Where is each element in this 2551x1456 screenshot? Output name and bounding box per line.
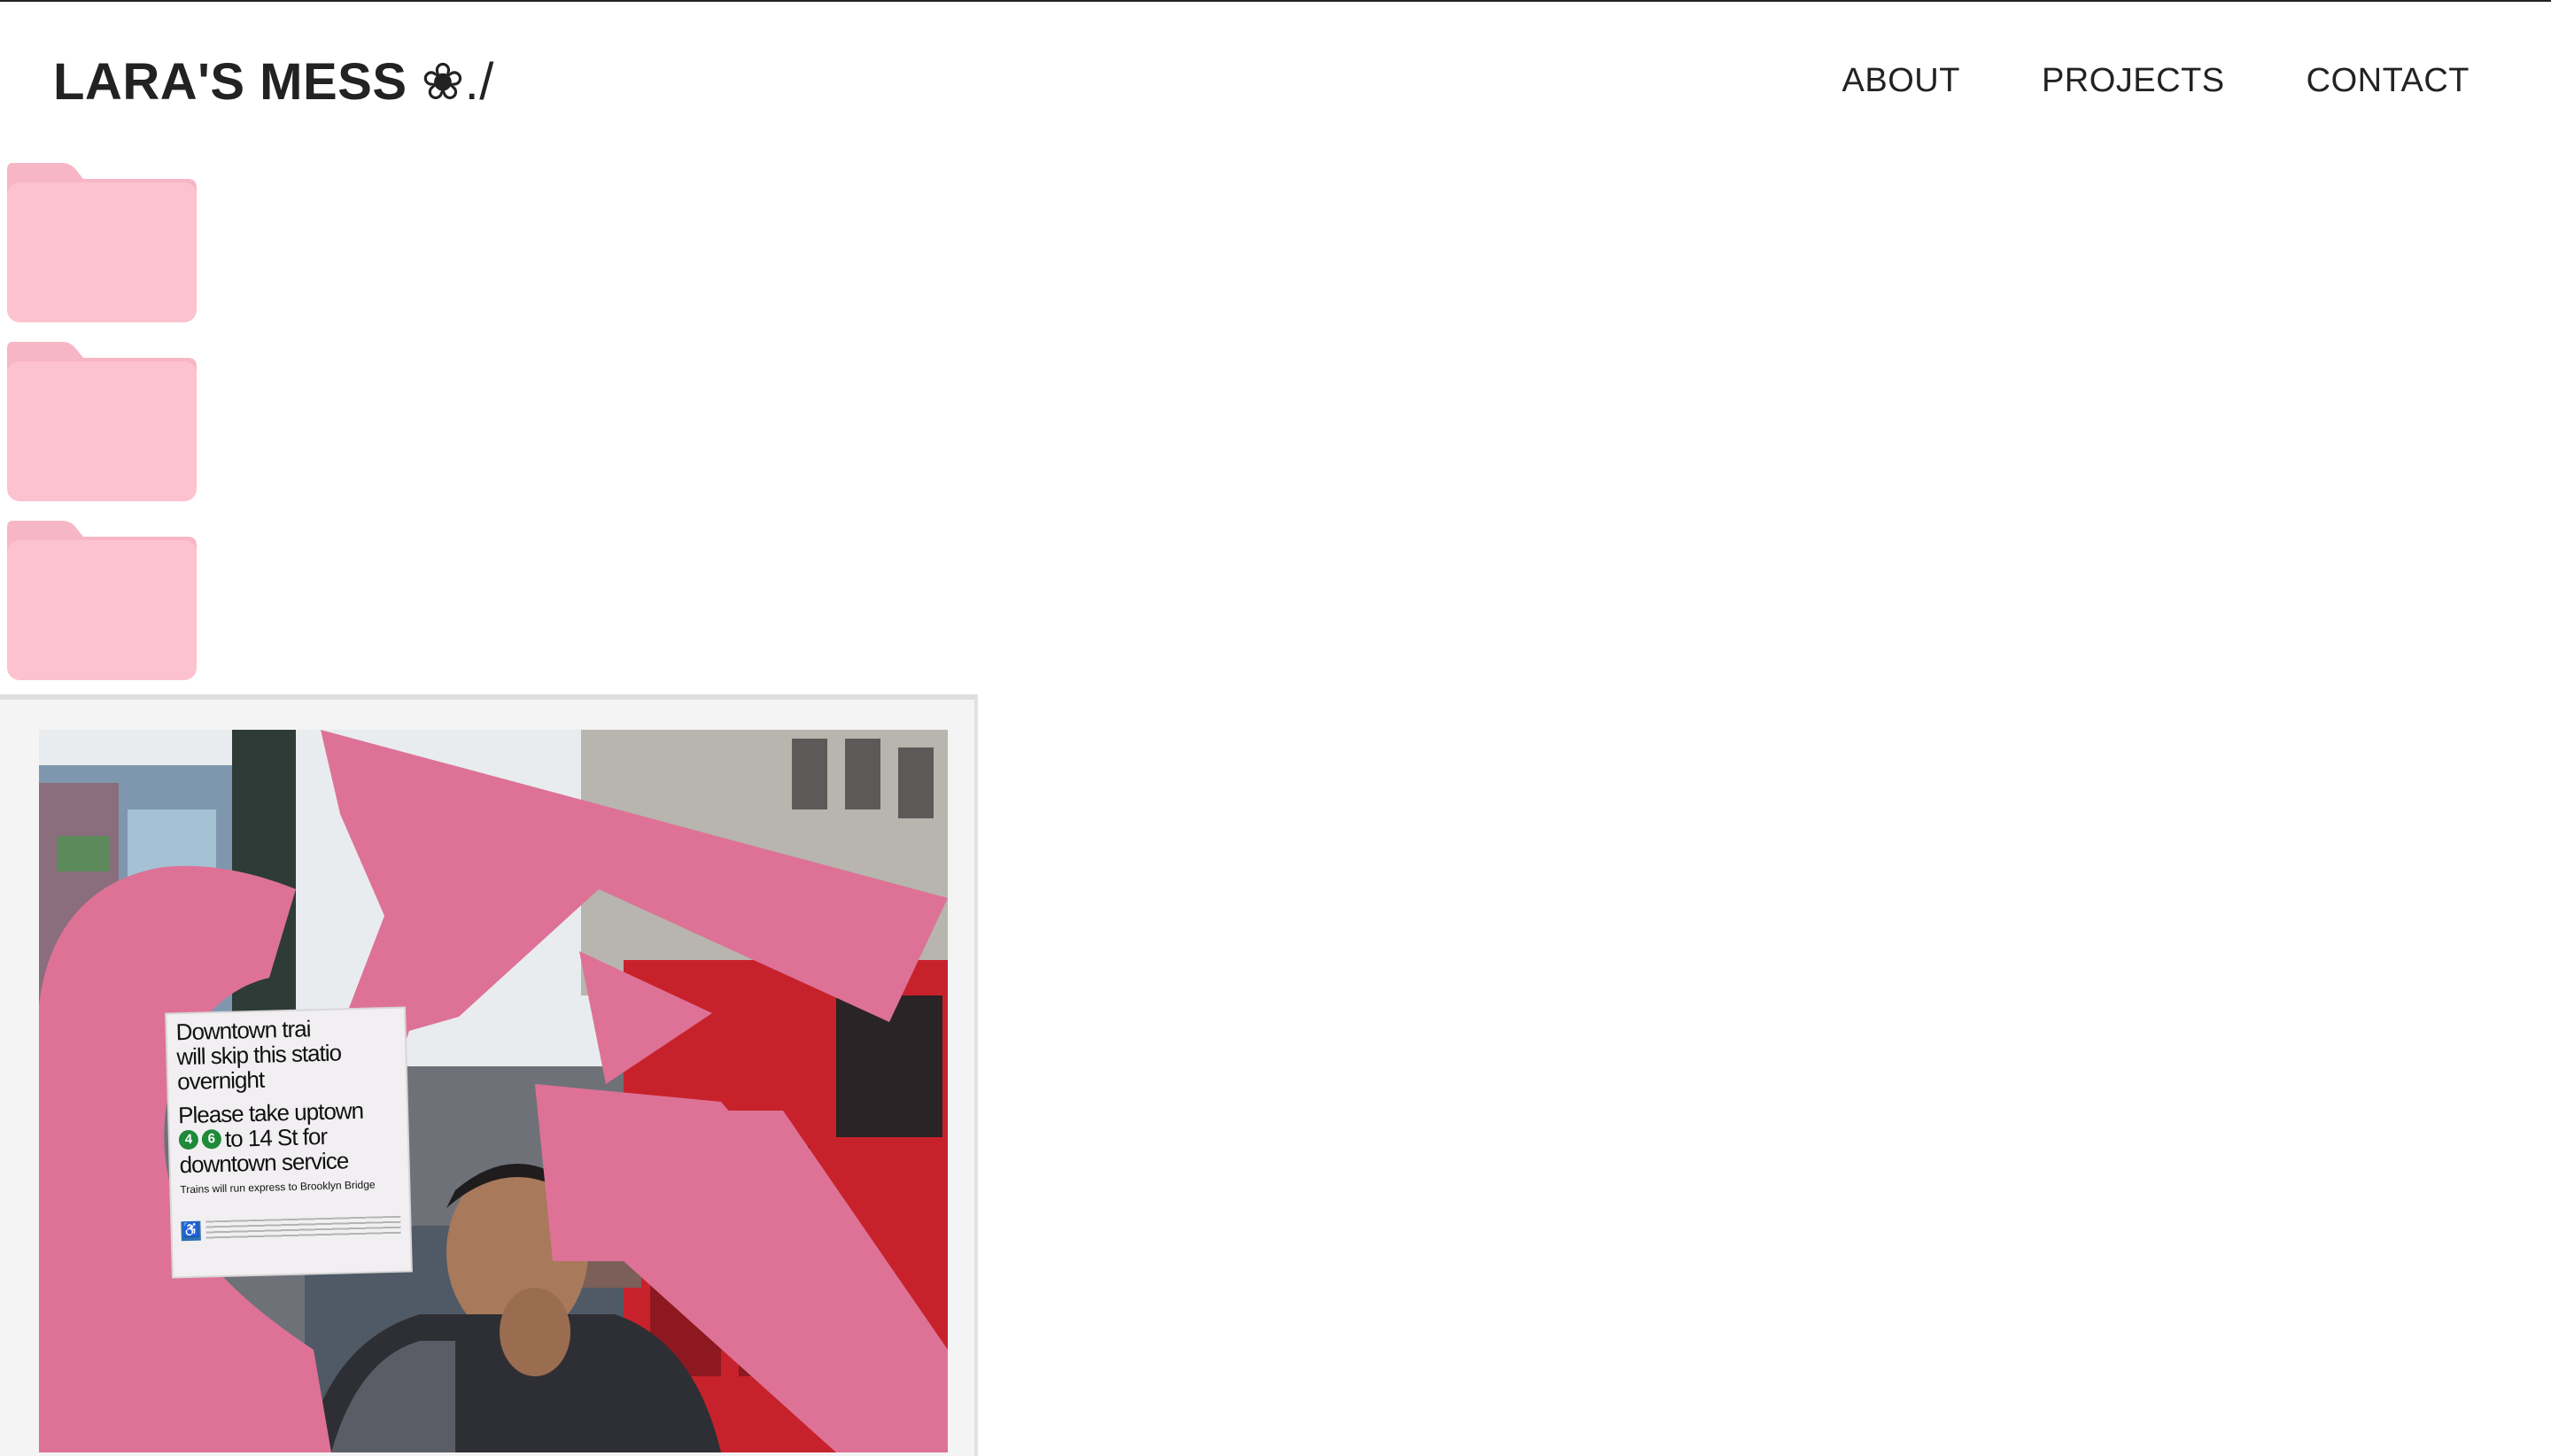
accessibility-icon: ♿ bbox=[181, 1220, 201, 1242]
folder-icon[interactable] bbox=[5, 163, 198, 324]
main-nav: ABOUT PROJECTS CONTACT bbox=[1842, 58, 2470, 103]
folder-icon[interactable] bbox=[5, 521, 198, 682]
folder-icon[interactable] bbox=[5, 342, 198, 503]
poster-line: downtown service bbox=[179, 1147, 349, 1179]
poster-line: to 14 St for bbox=[224, 1122, 328, 1152]
nav-contact-link[interactable]: CONTACT bbox=[2307, 58, 2470, 103]
project-preview-image[interactable]: Downtown trai will skip this statio over… bbox=[39, 730, 948, 1452]
route-4-badge: 4 bbox=[178, 1129, 199, 1150]
folder-icon-graphic bbox=[7, 163, 197, 322]
nav-about-link[interactable]: ABOUT bbox=[1842, 58, 1960, 103]
subway-notice-poster: Downtown trai will skip this statio over… bbox=[167, 1008, 411, 1277]
route-6-badge: 6 bbox=[201, 1128, 222, 1150]
folder-icon-graphic bbox=[7, 521, 197, 680]
poster-small-print: Trains will run express to Brooklyn Brid… bbox=[180, 1178, 376, 1197]
nav-projects-link[interactable]: PROJECTS bbox=[2042, 58, 2225, 103]
site-logo[interactable]: LARA'S MESS ❀./ bbox=[53, 50, 494, 115]
folder-icon-graphic bbox=[7, 342, 197, 501]
poster-fine-print bbox=[205, 1215, 401, 1241]
site-header: LARA'S MESS ❀./ ABOUT PROJECTS CONTACT bbox=[0, 0, 2551, 159]
flower-logo-mark: ❀./ bbox=[421, 53, 494, 111]
logo-text: LARA'S MESS bbox=[53, 53, 407, 111]
